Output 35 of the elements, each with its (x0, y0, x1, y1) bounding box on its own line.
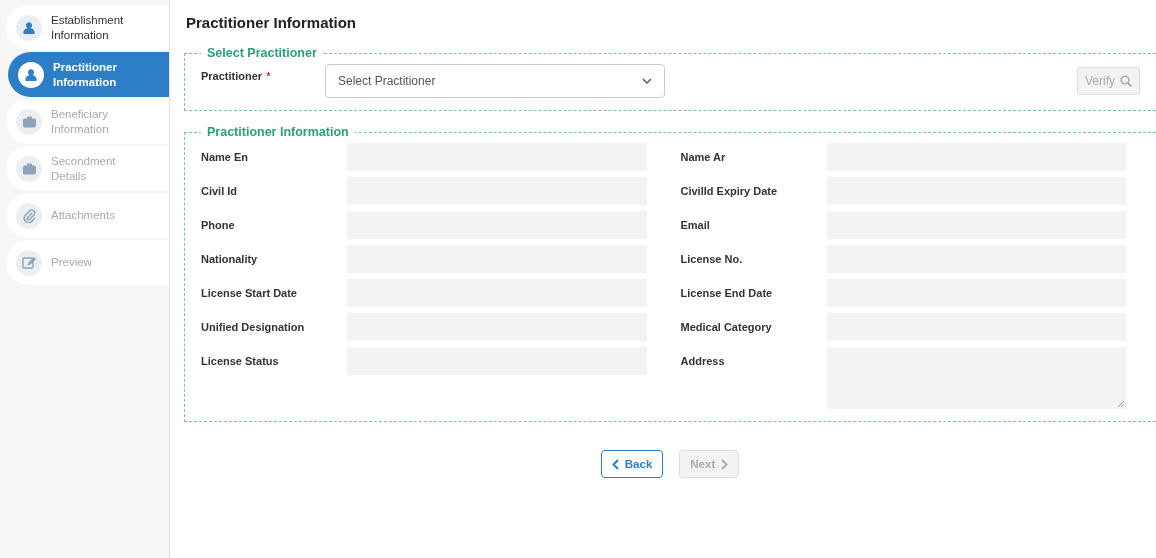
chevron-down-icon (642, 78, 652, 84)
person-icon (25, 68, 37, 81)
person-icon (23, 21, 35, 34)
paperclip-icon (22, 208, 36, 223)
practitioner-select[interactable]: Select Practitioner (325, 64, 665, 98)
search-icon (1120, 75, 1132, 87)
briefcase-icon (22, 162, 36, 175)
field-label: Practitioner * (201, 69, 272, 82)
textarea-field[interactable] (826, 347, 1126, 409)
field-label: Phone (201, 218, 236, 231)
step-item[interactable]: Establishment Information (6, 5, 169, 50)
field-label: Nationality (201, 252, 259, 265)
step-item[interactable]: Practitioner Information (8, 52, 169, 97)
required-asterisk: * (266, 70, 271, 82)
field-label: License No. (680, 252, 744, 265)
chevron-left-icon (611, 458, 619, 470)
field-label: CivilId Expiry Date (680, 184, 779, 197)
field-label: License Status (201, 354, 280, 367)
briefcase-icon (22, 115, 36, 128)
resize-grip-icon (1117, 400, 1124, 407)
section-legend: Select Practitioner (201, 46, 323, 60)
edit-icon (22, 255, 36, 270)
page-title: Practitioner Information (186, 14, 358, 31)
field-label: Address (680, 354, 726, 367)
chevron-right-icon (721, 458, 729, 470)
field-label: Name En (201, 150, 250, 163)
field-label: License End Date (680, 286, 774, 299)
field-label: Medical Category (680, 320, 773, 333)
field-label: License Start Date (201, 286, 298, 299)
field-label: Name Ar (680, 150, 727, 163)
field-label: Email (680, 218, 711, 231)
section-legend: Practitioner Information (201, 125, 355, 139)
field-label: Civil Id (201, 184, 239, 197)
field-label: Unified Designation (201, 320, 306, 333)
back-button[interactable]: Back (600, 450, 664, 478)
